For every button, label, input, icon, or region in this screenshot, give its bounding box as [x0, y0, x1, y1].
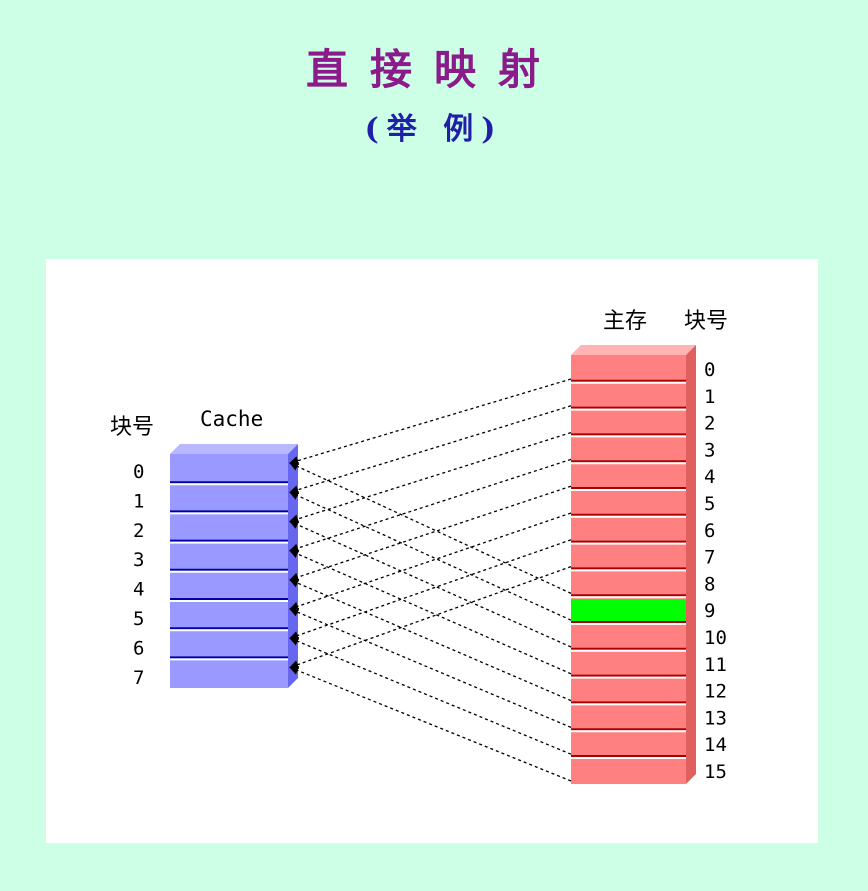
- cache-block-number: 1: [133, 490, 144, 512]
- cache-block-number: 2: [133, 520, 144, 542]
- mapping-arrow: [289, 485, 572, 582]
- memory-block-number: 10: [704, 627, 727, 649]
- mapping-arrow: [289, 607, 572, 728]
- memory-block-number: 15: [704, 761, 727, 783]
- memory-block-number: 9: [704, 600, 715, 622]
- mapping-arrow: [289, 520, 572, 648]
- cache-top-face: [170, 444, 298, 454]
- memory-side-face: [686, 345, 696, 784]
- cache-label: Cache: [200, 407, 263, 431]
- cache-block-number: 7: [133, 667, 144, 689]
- memory-block-number: 6: [704, 520, 715, 542]
- mapping-arrow: [289, 405, 572, 495]
- cache-side-face: [288, 444, 298, 688]
- memory-block-number-label: 块号: [684, 309, 728, 334]
- mapping-arrow: [289, 431, 572, 524]
- direct-mapping-diagram: 块号 Cache 主存 块号 01234567 0123456789101112…: [110, 309, 728, 784]
- cache-block-number: 6: [133, 637, 144, 659]
- cache-block-number-label: 块号: [110, 415, 154, 440]
- mapping-arrow: [289, 378, 572, 466]
- cache-block-number: 4: [133, 579, 144, 601]
- memory-block: [571, 345, 696, 784]
- memory-block-number: 3: [704, 439, 715, 461]
- cache-block-number: 5: [133, 608, 144, 630]
- memory-label: 主存: [603, 309, 647, 334]
- memory-block-number: 12: [704, 681, 727, 703]
- mapping-arrow: [289, 458, 572, 553]
- memory-block-number: 8: [704, 573, 715, 595]
- mapping-arrow: [289, 637, 572, 755]
- memory-highlight-block-9: [571, 599, 686, 621]
- cache-block-number: 3: [133, 549, 144, 571]
- cache-block: [170, 444, 298, 688]
- cache-block-number: 0: [133, 461, 144, 483]
- mapping-arrow: [289, 539, 572, 640]
- mapping-arrow: [289, 512, 572, 611]
- memory-block-number: 7: [704, 547, 715, 569]
- memory-block-number: 14: [704, 734, 727, 756]
- memory-block-number: 13: [704, 707, 727, 729]
- memory-top-face: [571, 345, 696, 355]
- mapping-arrow: [289, 491, 572, 621]
- mapping-arrow: [289, 462, 572, 594]
- mapping-arrow: [289, 565, 572, 669]
- memory-block-number: 4: [704, 466, 715, 488]
- mapping-arrow: [289, 578, 572, 702]
- memory-block-number: 11: [704, 654, 727, 676]
- mapping-arrow: [289, 666, 572, 782]
- memory-block-number: 0: [704, 359, 715, 381]
- memory-block-number: 5: [704, 493, 715, 515]
- memory-block-number: 1: [704, 386, 715, 408]
- memory-block-number: 2: [704, 413, 715, 435]
